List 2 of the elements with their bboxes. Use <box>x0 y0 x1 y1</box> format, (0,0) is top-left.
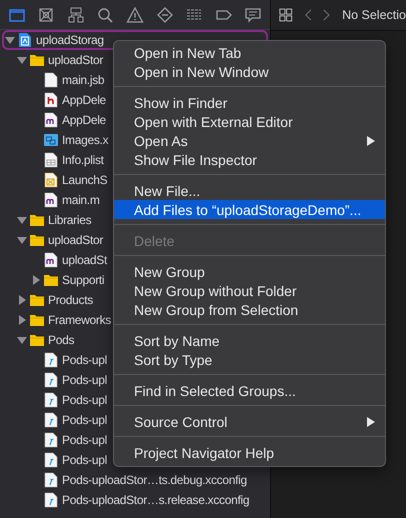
group-name: uploadStorag <box>36 33 104 47</box>
editor-title: No Selectio <box>342 8 406 22</box>
